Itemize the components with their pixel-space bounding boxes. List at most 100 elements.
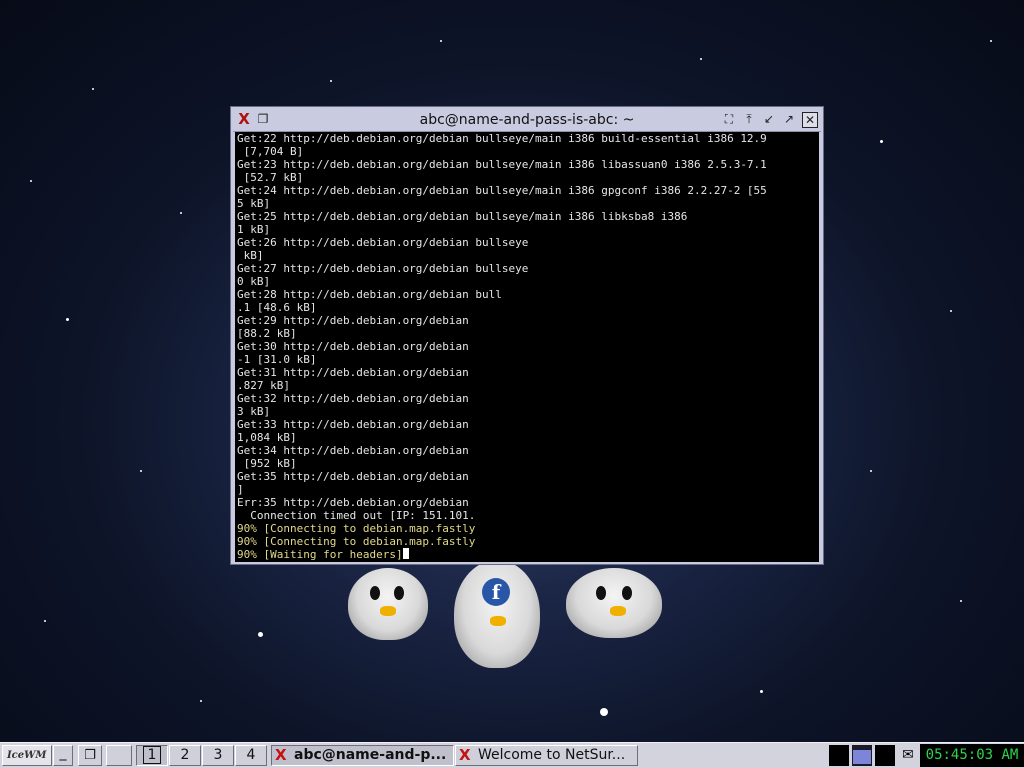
terminal-line: [952 kB] — [235, 457, 819, 470]
terminal-line: Get:24 http://deb.debian.org/debian bull… — [235, 184, 819, 197]
terminal-line-text: Err:35 http://deb.debian.org/debian — [237, 496, 469, 509]
terminal-line-text: Get:28 http://deb.debian.org/debian bull — [237, 288, 502, 301]
terminal-line-text: Get:32 http://deb.debian.org/debian — [237, 392, 469, 405]
workspace-2[interactable]: 2 — [169, 745, 201, 766]
terminal-line: 0 kB] — [235, 275, 819, 288]
empty-slot — [106, 745, 132, 766]
star — [440, 40, 442, 42]
xterm-icon: X — [275, 746, 287, 764]
star — [760, 690, 763, 693]
terminal-line: Get:34 http://deb.debian.org/debian — [235, 444, 819, 457]
penguin-mascots: f — [330, 560, 690, 680]
terminal-line-text: Get:27 http://deb.debian.org/debian bull… — [237, 262, 529, 275]
terminal-line-text: [88.2 kB] — [237, 327, 297, 340]
terminal-line: Get:25 http://deb.debian.org/debian bull… — [235, 210, 819, 223]
star — [950, 310, 952, 312]
terminal-line: Get:22 http://deb.debian.org/debian bull… — [235, 132, 819, 145]
window-titlebar[interactable]: X ❐ abc@name-and-pass-is-abc: ~ ⛶ ⤒ ↙ ↗ … — [233, 109, 821, 132]
task-terminal[interactable]: X abc@name-and-p... — [271, 745, 454, 766]
terminal-line: Err:35 http://deb.debian.org/debian — [235, 496, 819, 509]
terminal-line: [52.7 kB] — [235, 171, 819, 184]
memory-monitor-icon[interactable] — [875, 745, 895, 766]
terminal-line-text: 90% [Connecting to debian.map.fastly — [237, 522, 476, 535]
terminal-output[interactable]: Get:22 http://deb.debian.org/debian bull… — [235, 132, 819, 562]
terminal-line: [88.2 kB] — [235, 327, 819, 340]
start-menu-button[interactable]: IceWM — [2, 745, 52, 766]
penguin-center: f — [454, 560, 540, 668]
window-list-icon[interactable]: ❐ — [78, 745, 102, 766]
fedora-logo-icon: f — [482, 578, 510, 606]
star — [960, 600, 962, 602]
terminal-line-text: kB] — [237, 249, 264, 262]
terminal-line-text: 90% [Waiting for headers] — [237, 548, 403, 561]
task-netsurf[interactable]: X Welcome to NetSur... — [455, 745, 638, 766]
clock[interactable]: 05:45:03 AM — [920, 744, 1024, 767]
terminal-line: 90% [Waiting for headers] — [235, 548, 819, 561]
terminal-line: [7,704 B] — [235, 145, 819, 158]
terminal-line-text: -1 [31.0 kB] — [237, 353, 317, 366]
terminal-line: Connection timed out [IP: 151.101. — [235, 509, 819, 522]
minimize-all-icon[interactable]: _ — [53, 745, 73, 766]
terminal-line: Get:23 http://deb.debian.org/debian bull… — [235, 158, 819, 171]
star — [92, 88, 94, 90]
raise-icon[interactable]: ⤒ — [741, 112, 757, 128]
terminal-line: Get:28 http://deb.debian.org/debian bull — [235, 288, 819, 301]
iconify-icon[interactable]: ↙ — [761, 112, 777, 128]
terminal-line-text: Get:25 http://deb.debian.org/debian bull… — [237, 210, 688, 223]
terminal-line: Get:30 http://deb.debian.org/debian — [235, 340, 819, 353]
star — [700, 58, 702, 60]
star — [180, 212, 182, 214]
terminal-line: kB] — [235, 249, 819, 262]
terminal-line: -1 [31.0 kB] — [235, 353, 819, 366]
star — [870, 470, 872, 472]
network-monitor-icon[interactable] — [852, 745, 872, 766]
terminal-line-text: .1 [48.6 kB] — [237, 301, 317, 314]
terminal-line-text: Get:29 http://deb.debian.org/debian — [237, 314, 469, 327]
taskbar: IceWM _ ❐ 1 2 3 4 X abc@name-and-p... X … — [0, 742, 1024, 768]
workspace-3[interactable]: 3 — [202, 745, 234, 766]
terminal-line-text: 1 kB] — [237, 223, 271, 236]
start-label: IceWM — [7, 750, 47, 761]
star — [30, 180, 32, 182]
terminal-line-text: 3 kB] — [237, 405, 271, 418]
terminal-line-text: 1,084 kB] — [237, 431, 297, 444]
workspace-4[interactable]: 4 — [235, 745, 267, 766]
netsurf-icon: X — [459, 746, 471, 764]
terminal-line-text: Get:26 http://deb.debian.org/debian bull… — [237, 236, 529, 249]
star — [258, 632, 263, 637]
terminal-line-text: ] — [237, 483, 244, 496]
terminal-line-text: Get:35 http://deb.debian.org/debian — [237, 470, 469, 483]
terminal-window[interactable]: X ❐ abc@name-and-pass-is-abc: ~ ⛶ ⤒ ↙ ↗ … — [230, 106, 824, 565]
terminal-line: 1,084 kB] — [235, 431, 819, 444]
star — [200, 700, 202, 702]
terminal-line: 90% [Connecting to debian.map.fastly — [235, 522, 819, 535]
terminal-line: 5 kB] — [235, 197, 819, 210]
terminal-line: ] — [235, 483, 819, 496]
star — [330, 80, 332, 82]
star — [990, 40, 992, 42]
terminal-line-text: Get:23 http://deb.debian.org/debian bull… — [237, 158, 767, 171]
terminal-line-text: 0 kB] — [237, 275, 271, 288]
terminal-line-text: 90% [Connecting to debian.map.fastly — [237, 535, 476, 548]
maximize-icon[interactable]: ↗ — [781, 112, 797, 128]
penguin-left — [348, 568, 428, 640]
terminal-line: Get:32 http://deb.debian.org/debian — [235, 392, 819, 405]
star — [44, 620, 46, 622]
terminal-line-text: Get:24 http://deb.debian.org/debian bull… — [237, 184, 767, 197]
terminal-line: 3 kB] — [235, 405, 819, 418]
terminal-line-text: 5 kB] — [237, 197, 271, 210]
terminal-line-text: Connection timed out [IP: 151.101. — [237, 509, 476, 522]
terminal-line: Get:27 http://deb.debian.org/debian bull… — [235, 262, 819, 275]
mail-icon[interactable]: ✉ — [898, 745, 918, 766]
star — [880, 140, 883, 143]
terminal-line-text: Get:30 http://deb.debian.org/debian — [237, 340, 469, 353]
terminal-line-text: .827 kB] — [237, 379, 290, 392]
terminal-line-text: Get:31 http://deb.debian.org/debian — [237, 366, 469, 379]
close-icon[interactable]: ✕ — [802, 112, 818, 128]
workspace-1[interactable]: 1 — [136, 745, 168, 766]
fullscreen-icon[interactable]: ⛶ — [721, 112, 737, 128]
star — [66, 318, 69, 321]
cpu-monitor-icon[interactable] — [829, 745, 849, 766]
terminal-line: Get:33 http://deb.debian.org/debian — [235, 418, 819, 431]
terminal-line: Get:26 http://deb.debian.org/debian bull… — [235, 236, 819, 249]
